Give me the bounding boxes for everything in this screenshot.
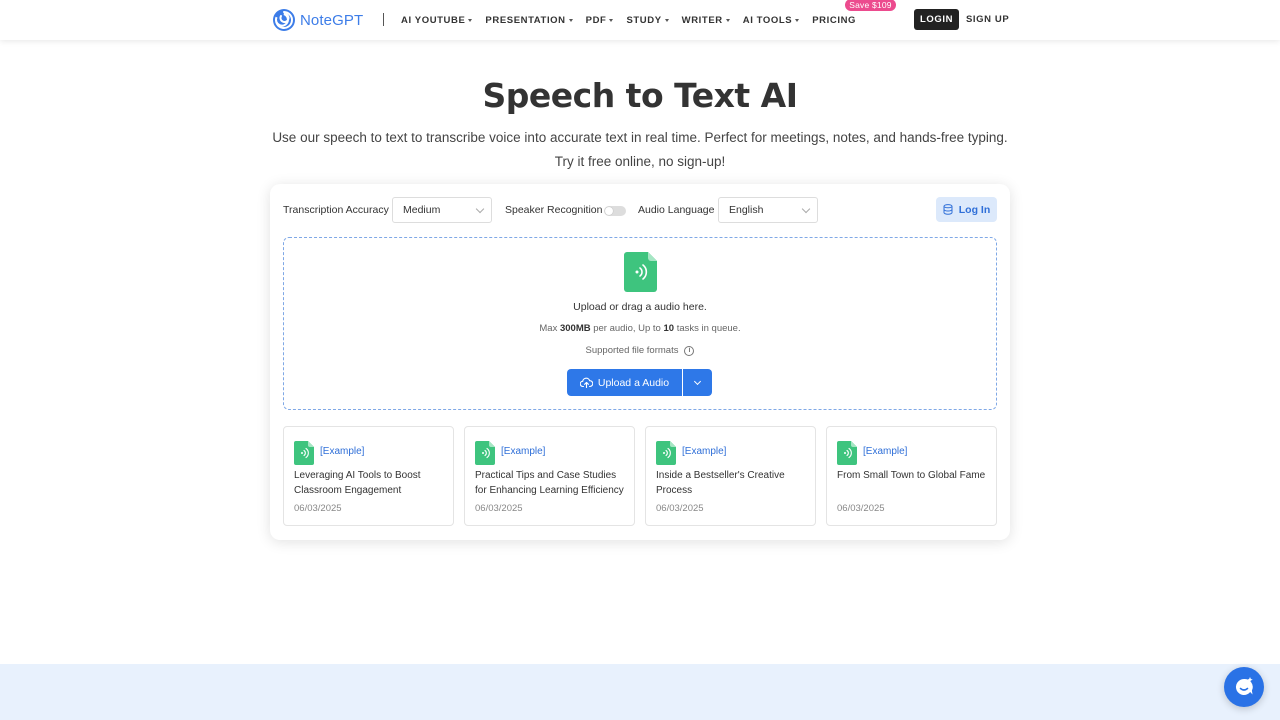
example-title: Inside a Bestseller's Creative Process	[656, 470, 785, 496]
example-tag: [Example]	[863, 446, 908, 457]
nav-label: AI TOOLS	[742, 14, 793, 26]
caret-down-icon	[468, 19, 473, 22]
nav-label: PRICING	[812, 14, 857, 26]
nav-writer[interactable]: WRITER	[682, 15, 730, 26]
limits-text: tasks in queue.	[674, 323, 741, 334]
notegpt-logo-icon	[273, 9, 295, 31]
nav-presentation[interactable]: PRESENTATION	[485, 14, 573, 26]
upload-label: Upload a Audio	[597, 376, 670, 389]
example-date: 06/03/2025	[656, 503, 704, 514]
save-badge: Save $109	[845, 0, 896, 11]
limits-text: per audio, Up to	[590, 323, 664, 334]
dropzone-limits: Max 300MB per audio, Up to 10 tasks in q…	[284, 323, 996, 334]
caret-down-icon	[568, 19, 573, 22]
caret-down-icon	[725, 19, 730, 22]
language-label: Audio Language	[638, 204, 715, 216]
info-icon[interactable]: i	[684, 345, 695, 356]
transcribe-card: Transcription Accuracy Medium Speaker Re…	[270, 184, 1010, 540]
logo-text: NoteGPT	[300, 11, 364, 29]
audio-file-icon	[624, 252, 657, 292]
page-title: Speech to Text AI	[482, 76, 798, 115]
formats-label: Supported file formats	[585, 345, 679, 356]
example-title: Leveraging AI Tools to Boost Classroom E…	[294, 470, 421, 496]
example-card[interactable]: [Example] From Small Town to Global Fame…	[826, 426, 997, 526]
max-tasks: 10	[663, 323, 675, 334]
example-date: 06/03/2025	[837, 503, 885, 514]
signup-button[interactable]: SIGN UP	[966, 9, 1009, 30]
chat-sparkle-icon	[1235, 677, 1253, 695]
page-subtitle: Use our speech to text to transcribe voi…	[272, 130, 1008, 169]
nav-pdf[interactable]: PDF	[586, 15, 614, 26]
example-list: [Example] Leveraging AI Tools to Boost C…	[283, 426, 997, 526]
login-button[interactable]: LOGIN	[914, 9, 959, 30]
dropzone-instructions: Upload or drag a audio here.	[573, 301, 707, 313]
example-title: Practical Tips and Case Studies for Enha…	[475, 470, 624, 496]
chevron-down-icon	[475, 204, 485, 214]
footer-band	[0, 664, 1280, 720]
audio-file-icon	[475, 441, 495, 465]
upload-button-group: Upload a Audio	[567, 369, 712, 396]
example-card[interactable]: [Example] Leveraging AI Tools to Boost C…	[283, 426, 454, 526]
accuracy-value: Medium	[403, 204, 441, 216]
language-value: English	[729, 204, 764, 216]
nav-study[interactable]: STUDY	[626, 14, 669, 26]
example-title: From Small Town to Global Fame	[837, 470, 986, 481]
example-date: 06/03/2025	[475, 503, 523, 514]
speaker-label: Speaker Recognition	[505, 204, 603, 216]
supported-formats: Supported file formats i	[284, 345, 996, 356]
cloud-upload-icon	[579, 377, 593, 388]
chevron-down-icon	[693, 377, 702, 385]
notegpt-logo[interactable]: NoteGPT	[272, 8, 363, 32]
example-tag: [Example]	[501, 446, 546, 457]
audio-file-icon	[837, 441, 857, 465]
accuracy-label: Transcription Accuracy	[283, 204, 389, 216]
limits-text: Max	[539, 323, 560, 334]
nav-label: PDF	[585, 14, 607, 26]
logo-divider	[383, 13, 384, 26]
caret-down-icon	[664, 19, 669, 22]
upload-options-button[interactable]	[682, 369, 712, 396]
example-card[interactable]: [Example] Practical Tips and Case Studie…	[464, 426, 635, 526]
top-navbar: NoteGPT AI YOUTUBE PRESENTATION PDF STUD…	[0, 0, 1280, 40]
nav-pricing[interactable]: PRICING Save $109	[812, 0, 896, 26]
language-select[interactable]: English	[718, 197, 818, 223]
nav-label: STUDY	[626, 14, 662, 26]
chat-assistant-button[interactable]	[1224, 667, 1264, 707]
max-size: 300MB	[559, 323, 591, 334]
card-login-label: Log In	[958, 203, 991, 216]
upload-audio-button[interactable]: Upload a Audio	[567, 369, 682, 396]
caret-down-icon	[609, 19, 614, 22]
toggle-knob	[605, 207, 613, 215]
main-nav: AI YOUTUBE PRESENTATION PDF STUDY WRITER…	[401, 0, 896, 40]
speaker-toggle[interactable]	[604, 206, 626, 216]
audio-file-icon	[656, 441, 676, 465]
example-tag: [Example]	[320, 446, 365, 457]
chevron-down-icon	[801, 204, 811, 214]
nav-ai-youtube[interactable]: AI YOUTUBE	[401, 14, 473, 26]
card-login-button[interactable]: Log In	[936, 197, 997, 222]
example-date: 06/03/2025	[294, 503, 342, 514]
accuracy-select[interactable]: Medium	[392, 197, 492, 223]
audio-dropzone[interactable]: Upload or drag a audio here. Max 300MB p…	[283, 237, 997, 410]
nav-label: AI YOUTUBE	[401, 14, 466, 26]
database-icon	[943, 204, 953, 215]
caret-down-icon	[795, 19, 800, 22]
nav-ai-tools[interactable]: AI TOOLS	[743, 15, 800, 26]
nav-label: WRITER	[681, 14, 723, 26]
audio-file-icon	[294, 441, 314, 465]
example-card[interactable]: [Example] Inside a Bestseller's Creative…	[645, 426, 816, 526]
example-tag: [Example]	[682, 446, 727, 457]
nav-label: PRESENTATION	[485, 14, 566, 26]
